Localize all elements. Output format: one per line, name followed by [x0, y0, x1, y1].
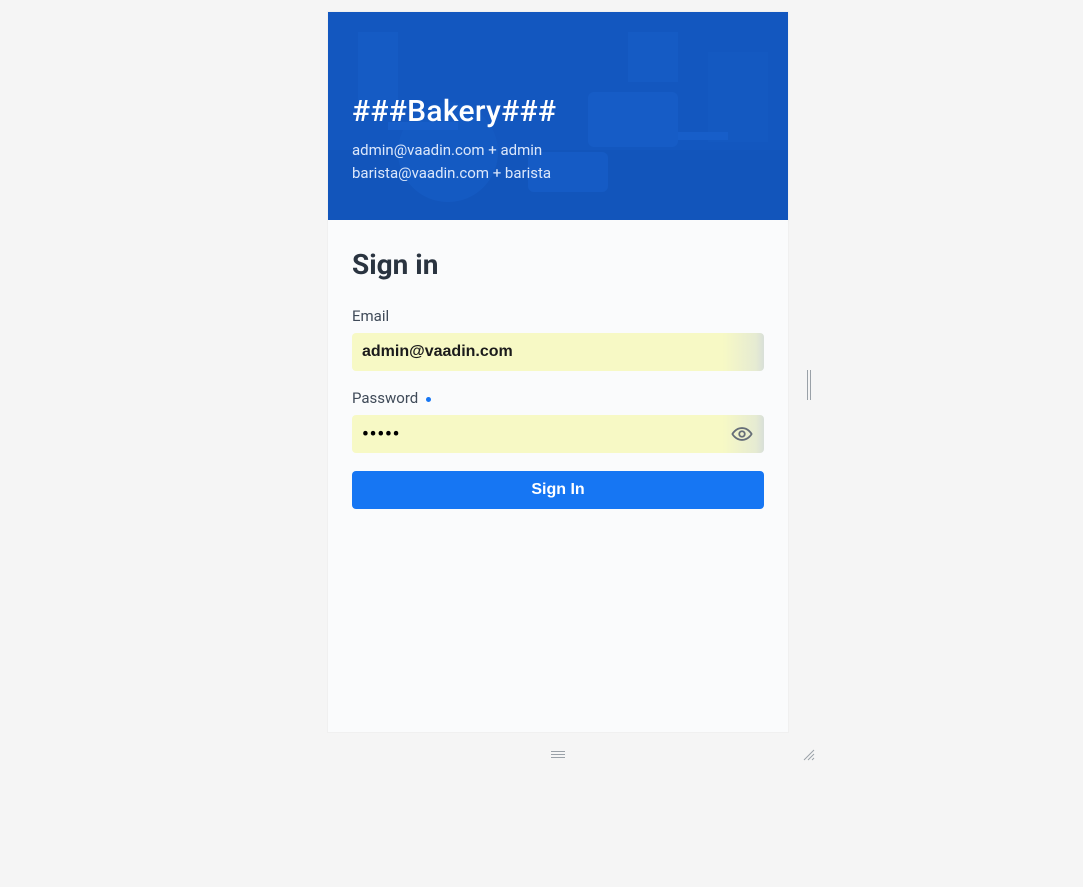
email-input-wrap[interactable] — [352, 333, 764, 371]
resize-handle-right[interactable] — [803, 358, 815, 412]
login-hint-barista: barista@vaadin.com + barista — [352, 162, 764, 185]
login-header: ###Bakery### admin@vaadin.com + admin ba… — [328, 12, 788, 220]
app-viewport: ###Bakery### admin@vaadin.com + admin ba… — [328, 12, 788, 732]
required-indicator-icon — [426, 397, 431, 402]
eye-icon — [731, 423, 753, 445]
login-form: Sign in Email Password ••••• — [328, 220, 788, 732]
email-field-group: Email — [352, 307, 764, 371]
email-label: Email — [352, 307, 764, 325]
password-field-group: Password ••••• — [352, 389, 764, 453]
resize-handle-bottom[interactable] — [328, 747, 788, 761]
password-input-wrap[interactable]: ••••• — [352, 415, 764, 453]
password-label: Password — [352, 389, 764, 407]
device-frame: ###Bakery### admin@vaadin.com + admin ba… — [328, 12, 803, 747]
password-label-text: Password — [352, 389, 418, 407]
password-input[interactable]: ••••• — [362, 424, 730, 445]
email-input[interactable] — [362, 333, 754, 371]
app-title: ###Bakery### — [352, 94, 764, 129]
login-hint-admin: admin@vaadin.com + admin — [352, 139, 764, 162]
form-title: Sign in — [352, 248, 764, 281]
resize-handle-corner[interactable] — [801, 747, 815, 761]
sign-in-button[interactable]: Sign In — [352, 471, 764, 509]
reveal-password-button[interactable] — [730, 422, 754, 446]
